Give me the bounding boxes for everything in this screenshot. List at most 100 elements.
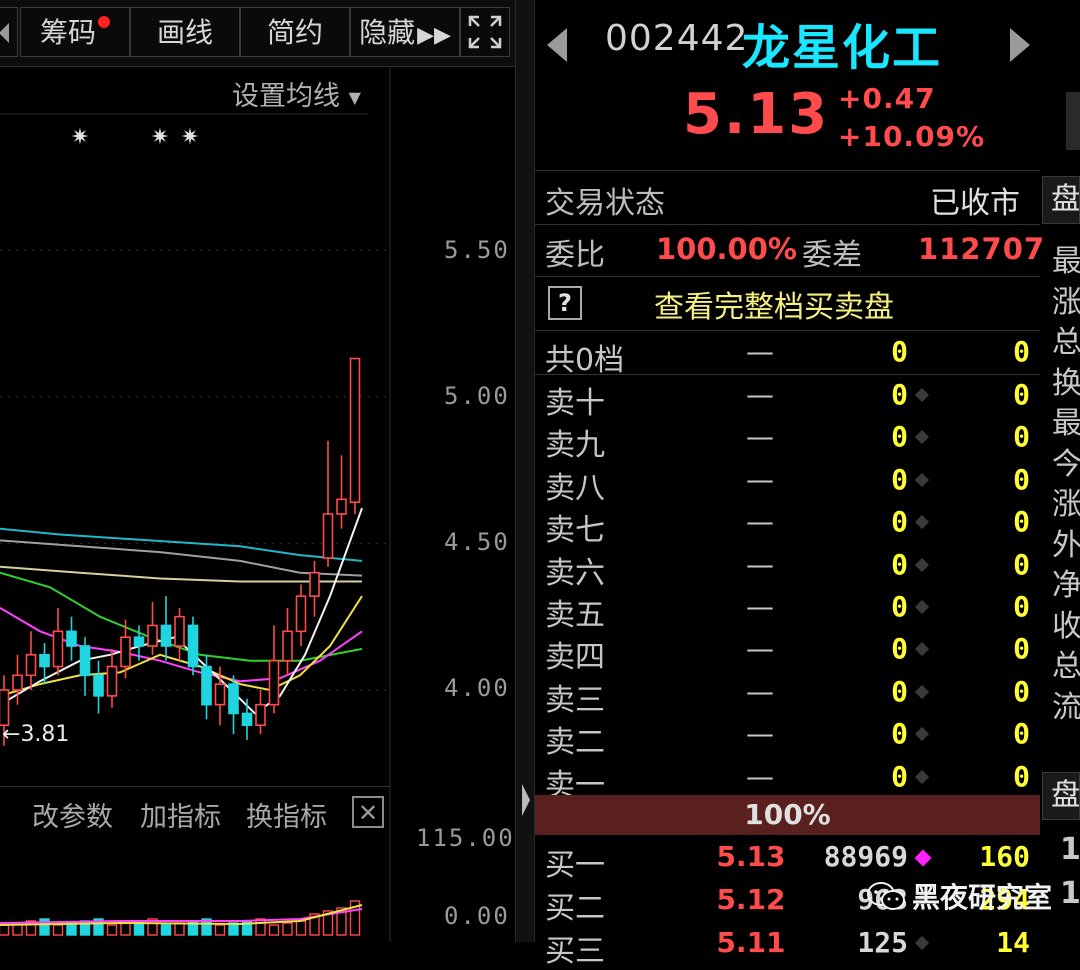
- side-tab-top-label: 盘: [1051, 182, 1080, 217]
- ask-row[interactable]: 卖八 — 0 0: [535, 461, 1040, 506]
- price-level-500: 5.00: [444, 382, 510, 410]
- close-indicator-button[interactable]: ✕: [352, 796, 384, 828]
- collapse-arrow-icon: [522, 784, 530, 816]
- next-stock-button[interactable]: [1008, 26, 1032, 68]
- event-star-icon: ✷: [71, 125, 89, 150]
- ask-row[interactable]: 卖四 — 0 0: [535, 630, 1040, 675]
- volume-level-top: 115.00: [416, 824, 515, 852]
- divider: [535, 276, 1040, 277]
- simple-mode-button[interactable]: 简约: [240, 7, 350, 57]
- header-side-button[interactable]: [1066, 92, 1080, 150]
- ask-label: 卖八: [545, 470, 605, 506]
- ask-row[interactable]: 卖五 — 0 0: [535, 588, 1040, 633]
- draw-line-button[interactable]: 画线: [130, 7, 240, 57]
- trade-status-value: 已收市: [930, 186, 1020, 221]
- book-total-label: 共0档: [545, 343, 625, 378]
- candle-body: [52, 630, 64, 668]
- ask-row[interactable]: 卖二 — 0 0: [535, 715, 1040, 760]
- edit-params-button[interactable]: 改参数: [32, 795, 113, 834]
- candle-body: [174, 615, 185, 647]
- candle-body: [106, 665, 118, 697]
- bid-price: 5.11: [716, 926, 786, 959]
- ask-volume: 0: [891, 547, 908, 581]
- switch-indicator-button[interactable]: 换指标: [246, 795, 327, 834]
- fullscreen-button[interactable]: [460, 7, 510, 57]
- ask-volume: 0: [891, 674, 908, 708]
- ask-volume: 0: [891, 378, 908, 411]
- candle-body: [349, 357, 361, 504]
- bid-row[interactable]: 买三 5.11 125 14: [535, 924, 1040, 969]
- candle-body: [187, 624, 199, 668]
- ask-row[interactable]: 卖一 —0 0: [535, 758, 1040, 803]
- help-icon[interactable]: ?: [548, 286, 582, 320]
- ask-price: —: [746, 462, 774, 496]
- bid-row[interactable]: 买一 5.13 88969 160: [535, 838, 1040, 883]
- close-icon: ✕: [357, 799, 379, 827]
- ask-row[interactable]: 卖九 — 0 0: [535, 418, 1040, 463]
- side-tab-top[interactable]: 盘: [1042, 176, 1080, 224]
- ask-row[interactable]: 卖十 — 0 0: [535, 376, 1040, 421]
- price-change: +0.47: [838, 82, 936, 115]
- volume-level-bottom: 0.00: [444, 902, 510, 930]
- ask-price: —: [746, 674, 774, 708]
- side-stat-label: 总: [1052, 325, 1080, 360]
- candle-body: [39, 653, 50, 668]
- side-tab-bottom[interactable]: 盘: [1042, 772, 1080, 820]
- chevron-left-icon: [0, 23, 9, 43]
- ask-count: 0: [1013, 632, 1030, 666]
- last-price: 5.13: [683, 82, 830, 147]
- candle-body: [241, 712, 253, 727]
- ma60-line: [0, 565, 362, 583]
- ask-row[interactable]: 卖七 — 0 0: [535, 503, 1040, 548]
- prev-stock-button[interactable]: [545, 26, 569, 68]
- ask-row[interactable]: 卖六 — 0 0: [535, 546, 1040, 591]
- full-book-link[interactable]: 查看完整档买卖盘: [654, 282, 894, 326]
- simple-mode-button-label: 简约: [266, 16, 323, 49]
- side-stat-label: 流: [1052, 689, 1080, 725]
- side-tab-bottom-label: 盘: [1051, 778, 1080, 813]
- book-total-row: 共0档 — 0 0: [535, 333, 1040, 378]
- ma5-line: [0, 507, 363, 715]
- candle-body: [93, 674, 104, 697]
- ask-count: 0: [1013, 505, 1030, 539]
- arrow-icon: ←: [2, 722, 21, 747]
- side-stat-label: 收: [1052, 608, 1080, 644]
- ask-price: —: [746, 717, 774, 751]
- ask-row[interactable]: 卖三 — 0 0: [535, 673, 1040, 718]
- watermark-text: 黑夜研究室: [912, 881, 1053, 914]
- side-bottom-value-1: 1: [1060, 832, 1080, 867]
- ask-volume: 0: [891, 759, 908, 793]
- draw-line-button-label: 画线: [156, 16, 213, 49]
- ask-label: 卖三: [545, 682, 605, 718]
- hide-button[interactable]: 隐藏▶▶: [350, 7, 460, 57]
- chips-button[interactable]: 筹码: [20, 7, 130, 57]
- diamond-icon: [914, 935, 930, 951]
- volume-bar: [295, 920, 307, 936]
- ask-label: 卖九: [545, 428, 605, 464]
- bid-percent-value: 100%: [744, 798, 831, 831]
- bid-diff-label: 委差: [802, 238, 862, 273]
- candle-body: [133, 636, 145, 647]
- candle-body: [255, 703, 266, 727]
- divider: [535, 374, 1040, 375]
- chips-button-label: 筹码: [39, 16, 96, 49]
- ask-price: —: [746, 378, 774, 411]
- candle-body: [201, 665, 212, 706]
- toolbar-prev-button[interactable]: [0, 7, 18, 57]
- ask-volume: 0: [891, 505, 908, 539]
- ask-label: 卖六: [545, 555, 605, 591]
- diamond-icon: [914, 472, 930, 487]
- volume-bar: [160, 924, 172, 936]
- side-stat-label: 涨: [1052, 284, 1080, 320]
- panel-splitter[interactable]: [515, 0, 535, 942]
- low-price-annotation: ←3.81: [2, 722, 69, 747]
- volume-bar: [214, 924, 226, 936]
- add-indicator-button[interactable]: 加指标: [140, 795, 221, 834]
- ask-price: —: [746, 759, 774, 793]
- volume-bar: [174, 922, 185, 936]
- bid-price: 5.13: [716, 840, 786, 873]
- volume-ma-line: [0, 908, 363, 924]
- wechat-icon: [867, 882, 905, 910]
- candle-body: [295, 595, 307, 633]
- bid-ratio-value: 100.00%: [656, 232, 797, 266]
